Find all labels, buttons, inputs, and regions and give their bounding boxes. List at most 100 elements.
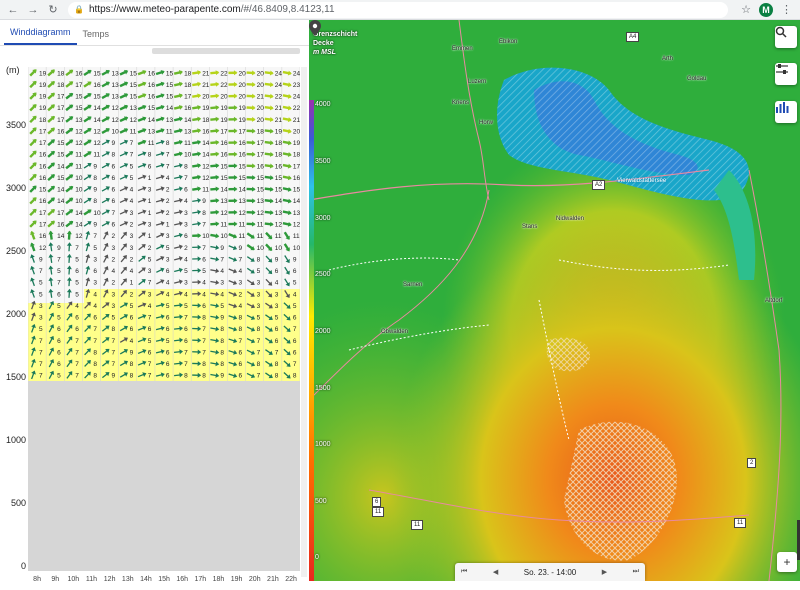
wind-speed-value: 8 — [93, 361, 97, 368]
wind-arrow-icon — [174, 139, 184, 146]
previous-icon[interactable]: ◀ — [493, 568, 498, 576]
vertical-scrollbar[interactable] — [301, 67, 307, 577]
wind-speed-value: 7 — [148, 315, 152, 322]
map-view[interactable]: Grenzschicht Decke m MSL 4000 3500 3000 … — [309, 20, 800, 581]
wind-speed-value: 7 — [202, 338, 206, 345]
wind-arrow-icon — [264, 348, 274, 357]
location-pin-icon[interactable] — [309, 20, 321, 36]
wind-speed-value: 8 — [257, 326, 261, 333]
wind-arrow-icon — [192, 373, 201, 378]
wind-speed-value: 16 — [39, 163, 47, 170]
wind-speed-value: 16 — [293, 175, 300, 182]
next-icon[interactable]: ▶ — [602, 568, 607, 576]
wind-speed-value: 5 — [75, 256, 79, 263]
wind-arrow-icon — [228, 337, 238, 345]
search-button[interactable] — [775, 26, 797, 48]
reload-icon[interactable]: ↻ — [46, 3, 60, 17]
terrain-area — [28, 381, 300, 571]
wind-arrow-icon — [210, 302, 220, 308]
wind-speed-value: 4 — [184, 198, 188, 205]
wind-arrow-icon — [101, 150, 111, 159]
settings-button[interactable] — [775, 63, 797, 85]
wind-arrow-icon — [48, 288, 54, 298]
altitude-tick: 2000 — [4, 309, 26, 319]
wind-speed-value: 6 — [293, 338, 297, 345]
wind-speed-value: 15 — [39, 187, 47, 194]
wind-speed-value: 17 — [257, 152, 265, 159]
profile-avatar[interactable]: M — [759, 3, 773, 17]
wind-arrow-icon — [65, 114, 75, 123]
forward-arrow-icon[interactable]: → — [26, 3, 40, 17]
wind-speed-value: 7 — [75, 349, 79, 356]
wind-speed-value: 7 — [112, 349, 116, 356]
wind-speed-value: 7 — [75, 245, 79, 252]
altitude-tick: 3500 — [4, 120, 26, 130]
zoom-in-button[interactable]: + — [777, 552, 797, 572]
wind-speed-value: 7 — [257, 338, 261, 345]
wind-speed-value: 7 — [148, 373, 152, 380]
wind-speed-value: 12 — [75, 140, 83, 147]
wind-speed-value: 6 — [184, 338, 188, 345]
wind-speed-value: 17 — [220, 128, 228, 135]
wind-arrow-icon — [264, 198, 274, 204]
wind-speed-value: 6 — [112, 187, 116, 194]
wind-speed-value: 12 — [39, 245, 47, 252]
wind-speed-value: 10 — [93, 210, 101, 217]
wind-arrow-icon — [29, 265, 37, 275]
wind-speed-value: 4 — [166, 291, 170, 298]
bookmark-star-icon[interactable]: ☆ — [741, 3, 751, 16]
wind-arrow-icon — [101, 277, 110, 287]
tab-temps[interactable]: Temps — [77, 29, 116, 45]
wind-arrow-icon — [210, 337, 220, 343]
wind-speed-value: 3 — [39, 303, 43, 310]
wind-speed-value: 3 — [184, 280, 188, 287]
wind-arrow-icon — [246, 210, 255, 215]
wind-arrow-icon — [84, 230, 91, 240]
address-bar[interactable]: 🔒 https://www.meteo-parapente.com/#/46.8… — [68, 2, 728, 18]
wind-speed-value: 15 — [57, 152, 65, 159]
horizontal-scrollbar[interactable] — [152, 48, 300, 54]
legend-tick: 0 — [315, 554, 319, 561]
wind-speed-value: 5 — [93, 245, 97, 252]
chart-button[interactable] — [775, 101, 797, 123]
wind-speed-value: 16 — [275, 163, 283, 170]
road-number-badge: 11 — [734, 518, 746, 528]
wind-arrow-icon — [155, 139, 165, 146]
wind-arrow-icon — [65, 219, 75, 228]
wind-arrow-icon — [282, 139, 292, 146]
back-arrow-icon[interactable]: ← — [6, 3, 20, 17]
wind-arrow-icon — [282, 359, 292, 369]
wind-speed-value: 4 — [93, 303, 97, 310]
skip-last-icon[interactable]: ⏭ — [633, 568, 639, 576]
wind-speed-value: 18 — [184, 82, 192, 89]
wind-speed-value: 8 — [184, 373, 188, 380]
wind-speed-value: 4 — [238, 303, 242, 310]
wind-arrow-icon — [228, 221, 237, 226]
wind-arrow-icon — [174, 220, 184, 227]
wind-speed-value: 16 — [57, 128, 65, 135]
legend-tick: 3000 — [315, 215, 331, 222]
wind-speed-value: 17 — [39, 210, 47, 217]
wind-arrow-icon — [137, 115, 147, 123]
wind-speed-value: 2 — [130, 222, 134, 229]
wind-speed-value: 14 — [220, 187, 228, 194]
wind-speed-value: 9 — [93, 163, 97, 170]
terrain-map[interactable] — [309, 20, 800, 581]
wind-speed-value: 9 — [93, 187, 97, 194]
wind-speed-value: 7 — [39, 338, 43, 345]
wind-speed-value: 14 — [57, 233, 65, 240]
wind-arrow-icon — [46, 219, 56, 229]
wind-arrow-icon — [282, 324, 292, 334]
panel-tabs: Winddiagramm Temps — [0, 20, 309, 46]
tab-winddiagramm[interactable]: Winddiagramm — [4, 27, 77, 45]
wind-speed-value: 19 — [202, 105, 210, 112]
wind-arrow-icon — [228, 105, 237, 110]
menu-kebab-icon[interactable]: ⋮ — [781, 3, 792, 16]
wind-speed-value: 18 — [275, 152, 283, 159]
wind-arrow-icon — [101, 103, 111, 112]
wind-speed-value: 9 — [39, 256, 43, 263]
wind-arrow-icon — [155, 243, 165, 251]
skip-first-icon[interactable]: ⏮ — [461, 568, 467, 576]
wind-speed-value: 4 — [130, 187, 134, 194]
wind-arrow-icon — [264, 221, 274, 227]
